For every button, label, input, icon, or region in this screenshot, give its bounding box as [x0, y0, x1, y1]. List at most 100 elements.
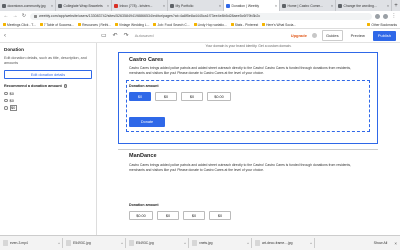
close-icon[interactable]: × [394, 241, 397, 246]
favicon-icon [338, 3, 342, 8]
amount-option[interactable]: $0 [4, 91, 92, 96]
download-item[interactable]: xnets.jpg ^ [192, 238, 252, 248]
show-all-downloads-link[interactable]: Show All [374, 241, 388, 245]
extension-icon[interactable] [375, 13, 380, 19]
donation-amount-button[interactable]: $0 [181, 92, 203, 101]
browser-tab[interactable]: Collegiate Wrap Bracelets × [56, 0, 112, 11]
bookmark-item[interactable]: Vintage Wedding L... [114, 22, 150, 27]
back-icon[interactable]: ← [3, 13, 9, 19]
browser-tab[interactable]: downtown-community.jpg × [0, 0, 56, 11]
amount-option[interactable]: $0 [4, 98, 92, 103]
bookmark-icon [78, 23, 82, 26]
bookmark-label: Here's What Socia... [266, 22, 297, 27]
file-icon [3, 240, 8, 246]
help-icon[interactable] [311, 33, 317, 38]
close-icon[interactable]: × [330, 4, 333, 8]
chevron-up-icon[interactable]: ^ [247, 241, 249, 246]
close-icon[interactable]: × [274, 4, 277, 8]
domain-hint[interactable]: Your domain is your brand identity. Get … [97, 43, 400, 49]
undo-icon[interactable]: ↶ [113, 32, 118, 39]
download-item[interactable]: even-3.mp4 ^ [3, 238, 63, 248]
close-icon[interactable]: × [386, 4, 389, 8]
donation-amount-input[interactable]: $0.00 [207, 92, 231, 101]
menu-icon[interactable]: ⋮ [391, 13, 397, 19]
donation-heading[interactable]: Castro Cares [129, 57, 163, 63]
radio-button[interactable] [4, 106, 8, 110]
close-icon[interactable]: × [50, 4, 53, 8]
chevron-up-icon[interactable]: ^ [58, 241, 60, 246]
bookmark-label: Other Bookmarks [371, 22, 397, 27]
close-icon[interactable]: × [162, 4, 165, 8]
tab-label: Collegiate Wrap Bracelets [63, 3, 103, 8]
bookmark-label: Stats - Pinterest [234, 22, 259, 27]
file-icon [255, 240, 260, 246]
sidebar-description: Edit donation details, such as title, de… [4, 56, 87, 65]
browser-tab[interactable]: Inbox (778) - kristen... × [112, 0, 168, 11]
url-field[interactable]: weebly.com/app/website/users/133083742/s… [30, 12, 372, 20]
downloads-bar: even-3.mp4 ^ E5493C.jpg ^ E5493C.jpg ^ xnet… [0, 235, 400, 250]
favicon-icon [170, 3, 174, 8]
bookmark-item[interactable]: 7 Table of Success... [39, 22, 75, 27]
donation-description[interactable]: Castro Cares brings added police patrols… [129, 66, 359, 76]
download-item[interactable]: E5493C.jpg ^ [129, 238, 189, 248]
chevron-up-icon[interactable]: ^ [121, 241, 123, 246]
bookmark-item[interactable]: Other Bookmarks [367, 23, 397, 27]
bookmark-item[interactable]: Stats - Pinterest [230, 22, 259, 27]
amount-option-input[interactable]: $0 [9, 105, 17, 111]
url-text: weebly.com/app/website/users/133083742/s… [39, 14, 261, 18]
donation-amount-button[interactable]: $0 [157, 211, 179, 220]
bookmark-item[interactable]: Job: Food Search C... [153, 23, 190, 27]
close-icon[interactable]: × [218, 4, 221, 8]
browser-tab-active[interactable]: Donation | Weebly × [224, 0, 280, 11]
favicon-icon [114, 3, 118, 8]
amount-option[interactable]: $0 [4, 105, 92, 111]
radio-button[interactable] [4, 98, 8, 103]
publish-button[interactable]: Publish [372, 30, 396, 41]
bookmark-item[interactable]: Here's What Socia... [262, 23, 296, 27]
close-icon[interactable]: × [106, 4, 109, 8]
donation-amount-input[interactable]: $0.00 [129, 211, 153, 220]
download-filename: even-3.mp4 [10, 241, 28, 245]
reload-icon[interactable]: ↻ [21, 13, 27, 19]
donation-amount-button[interactable]: $0 [155, 92, 177, 101]
guides-button[interactable]: Guides [321, 30, 343, 41]
donation-description[interactable]: Castro Cares brings added police patrols… [129, 163, 359, 173]
download-filename: xnets.jpg [199, 241, 213, 245]
bookmark-item[interactable]: Meetings Click - T... [3, 23, 36, 27]
info-icon[interactable]: ? [63, 84, 68, 88]
section-divider [118, 149, 378, 150]
edit-donation-details-button[interactable]: Edit donation details [4, 70, 92, 79]
profile-icon[interactable] [383, 13, 388, 19]
autosave-status: Autosaved [134, 33, 154, 38]
new-tab-button[interactable]: + [392, 0, 400, 11]
favicon-icon [2, 3, 6, 8]
bookmark-icon [114, 23, 118, 26]
browser-tab[interactable]: Home | Castro Comm... × [280, 0, 336, 11]
bookmark-item[interactable]: Lindy Hop variatio... [193, 23, 227, 27]
radio-button[interactable] [4, 91, 8, 96]
file-icon [129, 240, 134, 246]
file-icon [192, 240, 197, 246]
bookmark-item[interactable]: Resources | Rethi... [78, 23, 111, 27]
upgrade-link[interactable]: Upgrade [291, 33, 307, 38]
chevron-up-icon[interactable]: ^ [310, 241, 312, 246]
download-item[interactable]: E5493C.jpg ^ [66, 238, 126, 248]
donation-heading[interactable]: ManDance [129, 153, 157, 159]
desktop-view-icon[interactable]: ▭ [101, 32, 107, 39]
download-filename: E5493C.jpg [73, 241, 91, 245]
browser-tab[interactable]: My Portfolio × [168, 0, 224, 11]
tab-label: My Portfolio [175, 3, 194, 8]
donation-amount-button[interactable]: $0 [209, 211, 231, 220]
bookmark-label: 7 Table of Success... [43, 22, 75, 27]
bookmark-label: Vintage Wedding L... [118, 22, 150, 27]
back-arrow-icon[interactable]: ‹ [4, 33, 6, 39]
browser-tab[interactable]: Change the wording... × [336, 0, 392, 11]
download-item[interactable]: art-deco-frame....jpg ^ [255, 238, 315, 248]
redo-icon[interactable]: ↷ [124, 32, 129, 39]
forward-icon[interactable]: → [12, 13, 18, 19]
chevron-up-icon[interactable]: ^ [184, 241, 186, 246]
donation-amount-button[interactable]: $0 [129, 92, 151, 101]
donate-button[interactable]: Donate [129, 117, 165, 127]
donation-amount-button[interactable]: $0 [183, 211, 205, 220]
preview-button[interactable]: Preview [348, 31, 368, 40]
